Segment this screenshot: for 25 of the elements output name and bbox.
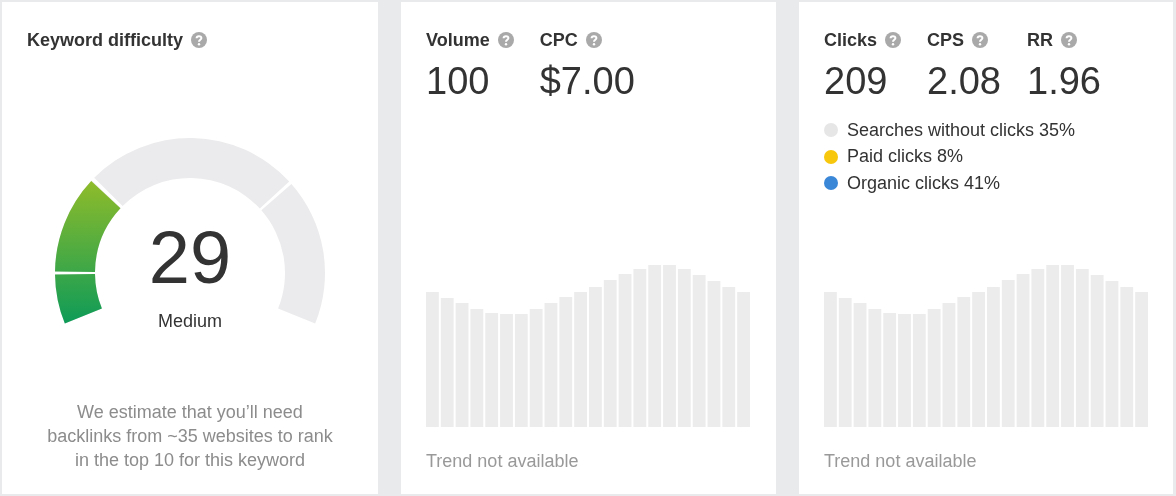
- metric-label: CPC: [539, 29, 578, 51]
- help-icon[interactable]: [191, 32, 207, 48]
- legend-label: Paid clicks 8%: [847, 146, 964, 168]
- metric-value: $7.00: [539, 59, 635, 103]
- metric-label: RR: [1027, 29, 1053, 51]
- help-icon[interactable]: [497, 32, 514, 48]
- metric-value: 209: [824, 59, 889, 103]
- trend-note: Trend not available: [824, 450, 978, 472]
- help-icon[interactable]: [1061, 32, 1077, 48]
- difficulty-score: 29: [147, 221, 233, 295]
- trend-note: Trend not available: [426, 450, 580, 472]
- metric-value: 100: [426, 59, 491, 103]
- metric-label: Clicks: [824, 29, 878, 51]
- help-icon[interactable]: [885, 32, 902, 48]
- metric-value: 2.08: [927, 59, 1001, 103]
- help-icon[interactable]: [972, 32, 989, 48]
- legend-label: Searches without clicks 35%: [847, 119, 1076, 141]
- metric-label: CPS: [927, 29, 965, 51]
- metric-label: Volume: [426, 29, 490, 51]
- legend-label: Organic clicks 41%: [847, 172, 1001, 194]
- metric-value: 1.96: [1027, 59, 1101, 103]
- help-icon[interactable]: [585, 32, 602, 48]
- difficulty-rating: Medium: [157, 310, 223, 332]
- difficulty-description: We estimate that you’ll need backlinks from ~35 websites to rank in the top 10 for this keyword: [46, 401, 334, 472]
- card-title: Keyword difficulty: [27, 29, 183, 51]
